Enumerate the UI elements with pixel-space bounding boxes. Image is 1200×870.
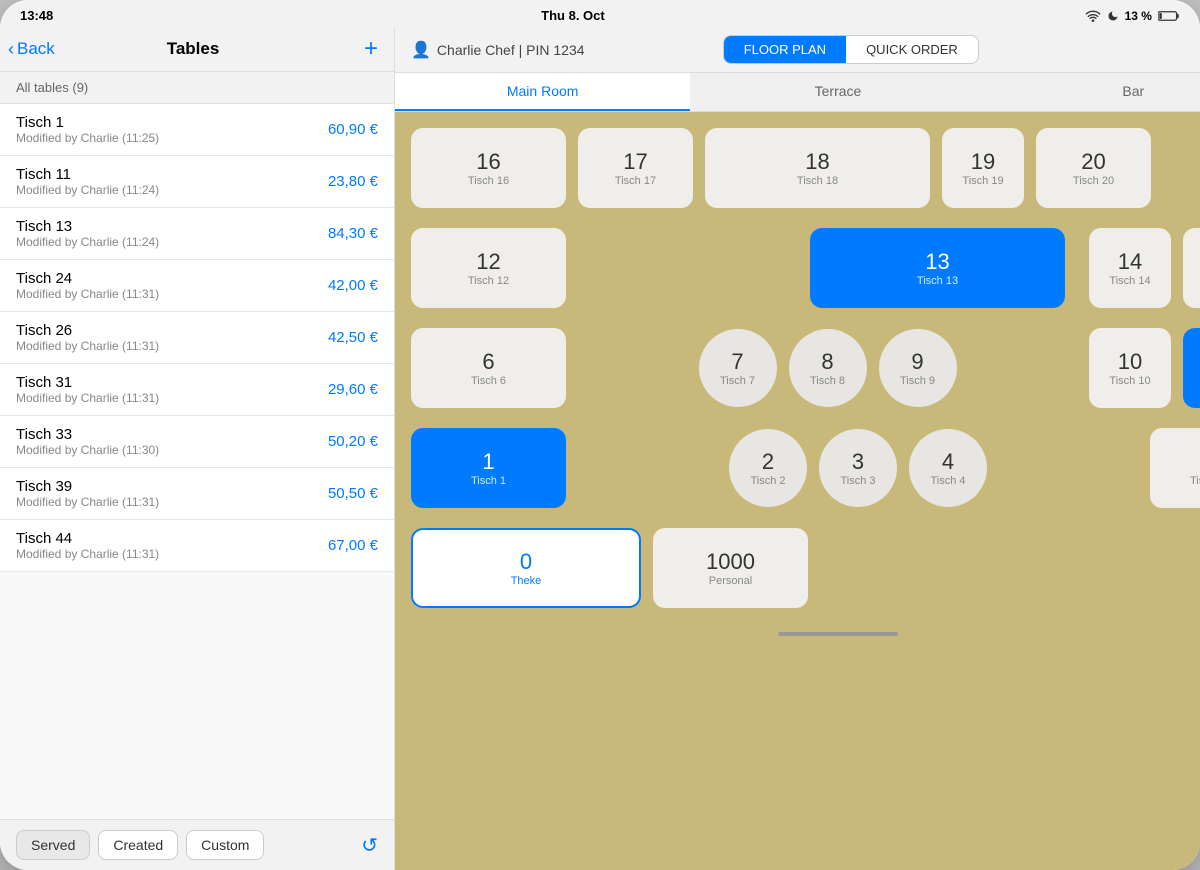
status-date: Thu 8. Oct xyxy=(541,8,605,23)
battery-icon xyxy=(1158,10,1180,22)
sidebar-footer: Served Created Custom ↺ xyxy=(0,819,394,870)
main-header: 👤 Charlie Chef | PIN 1234 FLOOR PLAN QUI… xyxy=(395,27,1200,73)
status-bar: 13:48 Thu 8. Oct 13 % xyxy=(0,0,1200,27)
wifi-icon xyxy=(1085,10,1101,22)
floor-row-3: 6 Tisch 6 7 Tisch 7 8 Tisch 8 9 Tisch 9 xyxy=(411,328,1200,408)
table-18[interactable]: 18 Tisch 18 xyxy=(705,128,930,208)
table-11[interactable]: 11 Tisch 11 xyxy=(1183,328,1200,408)
tab-terrace[interactable]: Terrace xyxy=(690,73,985,111)
table-theke[interactable]: 0 Theke xyxy=(411,528,641,608)
device-frame: 13:48 Thu 8. Oct 13 % xyxy=(0,0,1200,870)
tab-main-room[interactable]: Main Room xyxy=(395,73,690,111)
back-label: Back xyxy=(17,39,55,59)
table-12[interactable]: 12 Tisch 12 xyxy=(411,228,566,308)
sidebar-header: ‹ Back Tables + xyxy=(0,27,394,72)
status-time: 13:48 xyxy=(20,8,53,23)
chef-info: 👤 Charlie Chef | PIN 1234 xyxy=(411,40,585,60)
sidebar-title: Tables xyxy=(167,39,220,59)
custom-button[interactable]: Custom xyxy=(186,830,264,860)
table-list-item[interactable]: Tisch 33 Modified by Charlie (11:30) 50,… xyxy=(0,416,394,468)
table-19[interactable]: 19 Tisch 19 xyxy=(942,128,1024,208)
table-10[interactable]: 10 Tisch 10 xyxy=(1089,328,1171,408)
table-5[interactable]: 5 Tisch 5 xyxy=(1150,428,1200,508)
table-personal[interactable]: 1000 Personal xyxy=(653,528,808,608)
table-7[interactable]: 7 Tisch 7 xyxy=(699,329,777,407)
back-button[interactable]: ‹ Back xyxy=(8,39,55,60)
quick-order-button[interactable]: QUICK ORDER xyxy=(846,36,978,63)
table-list: Tisch 1 Modified by Charlie (11:25) 60,9… xyxy=(0,104,394,819)
app-content: ‹ Back Tables + All tables (9) Tisc xyxy=(0,27,1200,870)
battery-level: 13 % xyxy=(1125,9,1152,23)
room-tabs: Main Room Terrace Bar xyxy=(395,73,1200,112)
moon-icon xyxy=(1107,10,1119,22)
table-list-item[interactable]: Tisch 1 Modified by Charlie (11:25) 60,9… xyxy=(0,104,394,156)
table-list-item[interactable]: Tisch 26 Modified by Charlie (11:31) 42,… xyxy=(0,312,394,364)
table-list-item[interactable]: Tisch 44 Modified by Charlie (11:31) 67,… xyxy=(0,520,394,572)
table-list-item[interactable]: Tisch 11 Modified by Charlie (11:24) 23,… xyxy=(0,156,394,208)
table-15[interactable]: 15 Tisch 15 xyxy=(1183,228,1200,308)
table-3[interactable]: 3 Tisch 3 xyxy=(819,429,897,507)
table-list-item[interactable]: Tisch 39 Modified by Charlie (11:31) 50,… xyxy=(0,468,394,520)
refresh-button[interactable]: ↺ xyxy=(361,833,378,858)
chef-label: Charlie Chef | PIN 1234 xyxy=(437,42,585,58)
sidebar: ‹ Back Tables + All tables (9) Tisc xyxy=(0,27,395,870)
table-6[interactable]: 6 Tisch 6 xyxy=(411,328,566,408)
home-indicator xyxy=(778,632,898,636)
table-17[interactable]: 17 Tisch 17 xyxy=(578,128,693,208)
back-chevron-icon: ‹ xyxy=(8,39,14,60)
table-list-item[interactable]: Tisch 13 Modified by Charlie (11:24) 84,… xyxy=(0,208,394,260)
table-2[interactable]: 2 Tisch 2 xyxy=(729,429,807,507)
floor-row-2: 12 Tisch 12 13 Tisch 13 14 Tisch 14 15 xyxy=(411,228,1200,308)
section-header: All tables (9) xyxy=(0,72,394,104)
floor-row-1: 16 Tisch 16 17 Tisch 17 18 Tisch 18 19 T… xyxy=(411,128,1200,208)
add-table-button[interactable]: + xyxy=(364,35,378,63)
floor-plan-button[interactable]: FLOOR PLAN xyxy=(724,36,846,63)
tab-bar[interactable]: Bar xyxy=(986,73,1200,111)
created-button[interactable]: Created xyxy=(98,830,178,860)
chef-icon: 👤 xyxy=(411,40,431,60)
view-toggle: FLOOR PLAN QUICK ORDER xyxy=(723,35,979,64)
main-panel: 👤 Charlie Chef | PIN 1234 FLOOR PLAN QUI… xyxy=(395,27,1200,870)
table-14[interactable]: 14 Tisch 14 xyxy=(1089,228,1171,308)
table-20[interactable]: 20 Tisch 20 xyxy=(1036,128,1151,208)
table-8[interactable]: 8 Tisch 8 xyxy=(789,329,867,407)
table-1[interactable]: 1 Tisch 1 xyxy=(411,428,566,508)
served-button[interactable]: Served xyxy=(16,830,90,860)
table-list-item[interactable]: Tisch 24 Modified by Charlie (11:31) 42,… xyxy=(0,260,394,312)
floor-row-5: 0 Theke 1000 Personal xyxy=(411,528,1200,608)
table-16[interactable]: 16 Tisch 16 xyxy=(411,128,566,208)
table-4[interactable]: 4 Tisch 4 xyxy=(909,429,987,507)
table-9[interactable]: 9 Tisch 9 xyxy=(879,329,957,407)
floor-row-4: 1 Tisch 1 2 Tisch 2 3 Tisch 3 4 Tisch 4 xyxy=(411,428,1200,508)
home-indicator-area xyxy=(411,628,1200,636)
floor-plan: 16 Tisch 16 17 Tisch 17 18 Tisch 18 19 T… xyxy=(395,112,1200,870)
table-13[interactable]: 13 Tisch 13 xyxy=(810,228,1065,308)
table-list-item[interactable]: Tisch 31 Modified by Charlie (11:31) 29,… xyxy=(0,364,394,416)
